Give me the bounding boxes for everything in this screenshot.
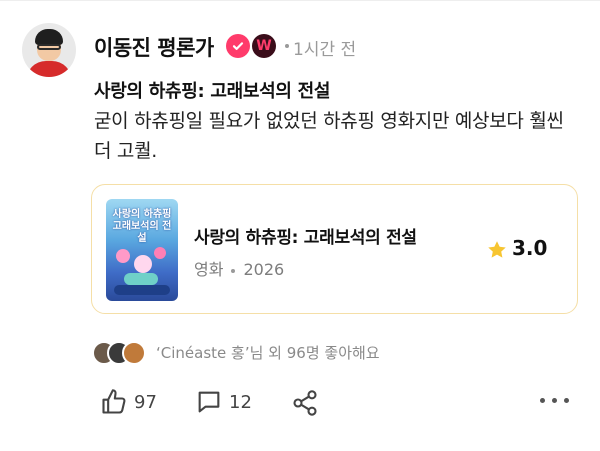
poster-title: 사랑의 하츄핑 고래보석의 전설 [112,209,172,244]
movie-meta: 영화 2026 [194,256,284,280]
liker-avatars[interactable] [92,341,162,365]
comment-count: 12 [229,391,252,413]
movie-card[interactable]: 사랑의 하츄핑 고래보석의 전설 사랑의 하츄핑: 고래보석의 전설 영화 202… [91,184,578,314]
movie-rating: 3.0 [512,236,548,260]
post-time: 1시간 전 [293,40,357,60]
thumbs-up-icon [102,389,126,414]
movie-category: 영화 [194,260,224,279]
like-count: 97 [134,391,157,413]
star-icon [488,241,506,258]
post-body: 굳이 하츄핑일 필요가 없었던 하츄핑 영화지만 예상보다 훨씬 더 고퀄. [94,110,564,162]
share-button[interactable] [291,389,319,417]
w-badge-icon: W [252,34,276,58]
liker-avatar [122,341,146,365]
top-divider [0,0,600,1]
verified-check-icon [226,34,250,58]
more-icon[interactable] [540,398,570,404]
likes-summary[interactable]: ‘Cinéaste 홍’님 외 96명 좋아해요 [156,342,380,363]
meta-separator-dot [231,268,236,273]
author-avatar[interactable] [22,23,76,77]
post-title: 사랑의 하츄핑: 고래보석의 전설 [94,81,331,102]
comment-icon [198,391,220,413]
movie-title: 사랑의 하츄핑: 고래보석의 전설 [194,228,417,248]
like-button[interactable]: 97 [100,388,157,416]
movie-year: 2026 [243,260,285,279]
separator-dot [285,44,289,48]
movie-poster: 사랑의 하츄핑 고래보석의 전설 [106,199,178,301]
author-name[interactable]: 이동진 평론가 [94,32,214,62]
comment-button[interactable]: 12 [195,388,252,416]
share-icon [293,390,317,416]
